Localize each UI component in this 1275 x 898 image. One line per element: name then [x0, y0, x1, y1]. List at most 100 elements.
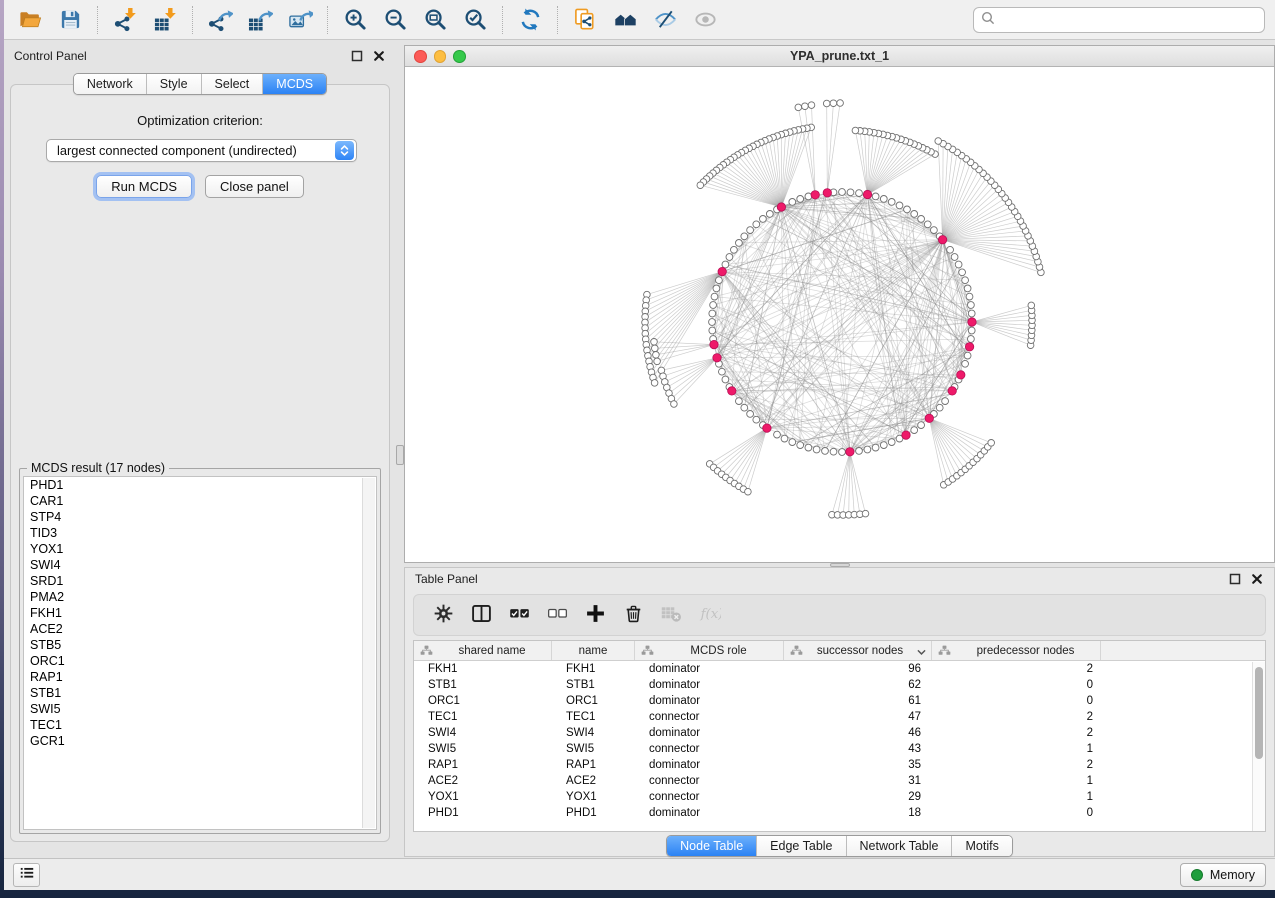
search-input[interactable] [995, 10, 1264, 30]
column-header-MCDS-role[interactable]: MCDS role [635, 641, 784, 660]
table-cell: dominator [635, 807, 784, 819]
tab-style[interactable]: Style [146, 74, 201, 94]
import-network-button[interactable] [105, 3, 145, 37]
export-image-button[interactable] [280, 3, 320, 37]
tab-mcds[interactable]: MCDS [262, 74, 326, 94]
table-cell: dominator [635, 695, 784, 707]
tab-network-table[interactable]: Network Table [846, 836, 952, 856]
column-header-predecessor-nodes[interactable]: predecessor nodes [932, 641, 1101, 660]
minimize-window-button[interactable] [434, 50, 447, 63]
control-panel-title: Control Panel [14, 49, 87, 63]
table-cell: 1 [932, 743, 1101, 755]
network-titlebar: YPA_prune.txt_1 [405, 46, 1274, 67]
close-window-button[interactable] [414, 50, 427, 63]
optimization-dropdown[interactable]: largest connected component (undirected) [46, 139, 357, 162]
network-documents-button[interactable] [565, 3, 605, 37]
tab-node-table[interactable]: Node Table [667, 836, 756, 856]
mcds-result-list[interactable]: PHD1CAR1STP4TID3YOX1SWI4SRD1PMA2FKH1ACE2… [23, 476, 377, 830]
column-header-shared-name[interactable]: shared name [414, 641, 552, 660]
refresh-button[interactable] [510, 3, 550, 37]
show-all-button[interactable] [685, 3, 725, 37]
delete-table-button[interactable] [656, 599, 686, 631]
mcds-result-item[interactable]: PHD1 [24, 477, 376, 493]
close-table-panel-button[interactable] [1251, 573, 1264, 586]
table-row[interactable]: SWI4SWI4dominator462 [414, 725, 1265, 741]
network-canvas[interactable] [405, 67, 1274, 562]
task-history-button[interactable] [13, 863, 40, 887]
table-row[interactable]: FKH1FKH1dominator962 [414, 661, 1265, 677]
import-table-button[interactable] [145, 3, 185, 37]
mcds-result-item[interactable]: SWI4 [24, 557, 376, 573]
table-scrollbar[interactable] [1252, 662, 1265, 831]
vertical-splitter-grip[interactable] [396, 445, 404, 465]
mcds-result-item[interactable]: CAR1 [24, 493, 376, 509]
table-scrollbar-thumb[interactable] [1255, 667, 1263, 759]
mcds-result-item[interactable]: TEC1 [24, 717, 376, 733]
mcds-result-item[interactable]: TID3 [24, 525, 376, 541]
zoom-selected-button[interactable] [455, 3, 495, 37]
mcds-result-item[interactable]: STB1 [24, 685, 376, 701]
split-panel-button[interactable] [466, 599, 496, 631]
first-neighbors-button[interactable] [605, 3, 645, 37]
zoom-window-button[interactable] [453, 50, 466, 63]
network-graph[interactable] [405, 67, 1274, 563]
mcds-result-item[interactable]: SWI5 [24, 701, 376, 717]
mcds-result-item[interactable]: FKH1 [24, 605, 376, 621]
open-session-button[interactable] [10, 3, 50, 37]
mcds-result-item[interactable]: SRD1 [24, 573, 376, 589]
table-row[interactable]: ACE2ACE2connector311 [414, 773, 1265, 789]
table-row[interactable]: ORC1ORC1dominator610 [414, 693, 1265, 709]
result-list-scrollbar[interactable] [362, 478, 375, 828]
tab-motifs[interactable]: Motifs [951, 836, 1011, 856]
gear-settings-button[interactable] [428, 599, 458, 631]
vertical-splitter[interactable] [396, 45, 404, 857]
export-table-button[interactable] [240, 3, 280, 37]
delete-entry-button[interactable] [618, 599, 648, 631]
table-row[interactable]: TEC1TEC1connector472 [414, 709, 1265, 725]
column-header-name[interactable]: name [552, 641, 635, 660]
mcds-result-item[interactable]: STP4 [24, 509, 376, 525]
float-table-panel-button[interactable] [1229, 573, 1242, 586]
add-entry-button[interactable] [580, 599, 610, 631]
mcds-result-item[interactable]: RAP1 [24, 669, 376, 685]
select-all-button[interactable] [504, 599, 534, 631]
float-panel-button[interactable] [351, 50, 364, 63]
mcds-result-item[interactable]: ORC1 [24, 653, 376, 669]
zoom-out-button[interactable] [375, 3, 415, 37]
run-mcds-button[interactable]: Run MCDS [96, 175, 192, 198]
mcds-result-item[interactable]: PMA2 [24, 589, 376, 605]
zoom-fit-button[interactable] [415, 3, 455, 37]
column-header-filler [1101, 641, 1265, 660]
memory-button[interactable]: Memory [1180, 863, 1266, 887]
tab-network[interactable]: Network [74, 74, 146, 94]
deselect-all-button[interactable] [542, 599, 572, 631]
zoom-in-button[interactable] [335, 3, 375, 37]
close-panel-button[interactable]: Close panel [205, 175, 304, 198]
table-panel-titlebar: Table Panel [405, 568, 1274, 590]
control-panel: Control Panel NetworkStyleSelectMCDS Opt… [4, 45, 396, 847]
tab-select[interactable]: Select [201, 74, 263, 94]
export-network-button[interactable] [200, 3, 240, 37]
table-row[interactable]: STB1STB1dominator620 [414, 677, 1265, 693]
mcds-result-item[interactable]: ACE2 [24, 621, 376, 637]
table-cell: 43 [784, 743, 932, 755]
column-header-successor-nodes[interactable]: successor nodes [784, 641, 932, 660]
mcds-result-item[interactable]: GCR1 [24, 733, 376, 749]
table-cell: 2 [932, 759, 1101, 771]
tab-edge-table[interactable]: Edge Table [756, 836, 845, 856]
formula-builder-button[interactable]: f(x) [694, 599, 724, 631]
network-documents-icon [573, 7, 598, 32]
table-cell: 96 [784, 663, 932, 675]
mcds-result-title: MCDS result (17 nodes) [27, 461, 169, 475]
save-session-button[interactable] [50, 3, 90, 37]
table-row[interactable]: PHD1PHD1dominator180 [414, 805, 1265, 821]
table-row[interactable]: YOX1YOX1connector291 [414, 789, 1265, 805]
table-row[interactable]: RAP1RAP1dominator352 [414, 757, 1265, 773]
mcds-result-item[interactable]: STB5 [24, 637, 376, 653]
hide-selected-button[interactable] [645, 3, 685, 37]
search-box[interactable] [973, 7, 1265, 33]
table-cell: 35 [784, 759, 932, 771]
table-row[interactable]: SWI5SWI5connector431 [414, 741, 1265, 757]
close-panel-icon-button[interactable] [373, 50, 386, 63]
mcds-result-item[interactable]: YOX1 [24, 541, 376, 557]
